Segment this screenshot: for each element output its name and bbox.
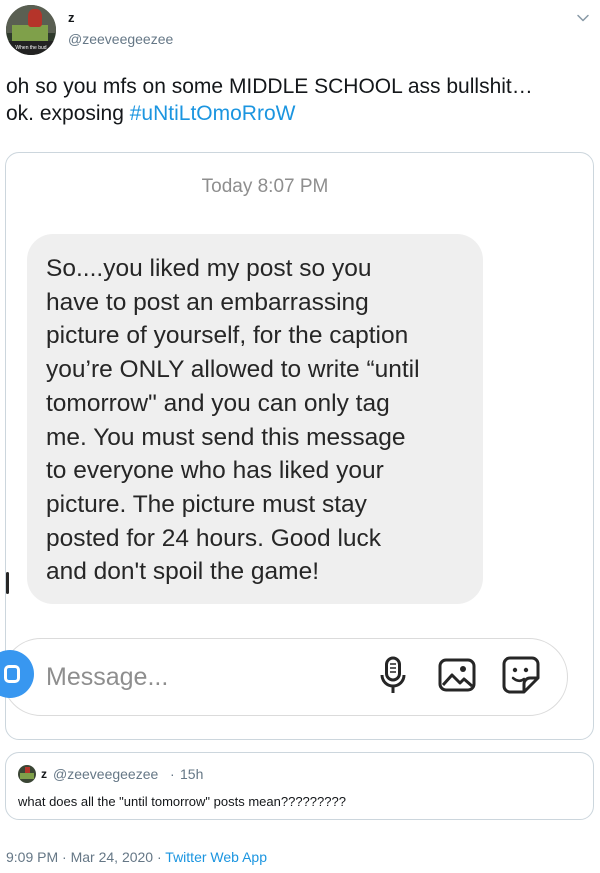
quoted-tweet[interactable] (5, 752, 594, 820)
quoted-time: 15h (180, 766, 204, 782)
message-line: picture of yourself, for the caption (46, 322, 409, 350)
tweet-text-prefix: ok. exposing (6, 102, 130, 125)
tweet-text: oh so you mfs on some MIDDLE SCHOOL ass … (6, 73, 596, 127)
footer-separator: · (58, 849, 71, 865)
quoted-separator: · (170, 766, 175, 782)
microphone-icon (380, 656, 406, 693)
avatar-caption: When the bud (6, 41, 56, 55)
image-icon (438, 658, 476, 692)
message-line: tomorrow" and you can only tag (46, 389, 390, 417)
message-line: to everyone who has liked your (46, 457, 384, 485)
message-text: So....you liked my post so you have to p… (46, 252, 476, 589)
message-line: you’re ONLY allowed to write “until (46, 356, 420, 384)
message-line: picture. The picture must stay (46, 490, 367, 518)
tweet-text-line: ok. exposing #uNtiLtOmoRroW (6, 100, 596, 127)
hashtag-link[interactable]: #uNtiLtOmoRroW (130, 102, 296, 125)
quoted-display-name: z (41, 767, 47, 781)
footer-separator: · (153, 849, 166, 865)
avatar-edge (6, 572, 9, 594)
message-line: and don't spoil the game! (46, 558, 320, 586)
quoted-avatar (18, 765, 36, 783)
tweet-text-line: oh so you mfs on some MIDDLE SCHOOL ass … (6, 75, 533, 98)
user-handle[interactable]: @zeeveegeezee (68, 31, 173, 47)
message-line: posted for 24 hours. Good luck (46, 524, 382, 552)
chat-timestamp: Today 8:07 PM (201, 176, 329, 197)
tweet-header: When the bud z @zeeveegeezee (0, 0, 600, 62)
message-line: me. You must send this message (46, 423, 406, 451)
source-app-link[interactable]: Twitter Web App (165, 849, 267, 865)
tweet-time[interactable]: 9:09 PM (6, 849, 58, 865)
tweet-metadata: 9:09 PM · Mar 24, 2020 · Twitter Web App (6, 849, 267, 865)
display-name[interactable]: z (68, 10, 75, 25)
avatar[interactable]: When the bud (6, 5, 56, 55)
message-line: have to post an embarrassing (46, 288, 369, 316)
quoted-handle: @zeeveegeezee (53, 766, 159, 782)
sticker-icon (502, 656, 540, 694)
chevron-down-icon[interactable] (575, 10, 591, 26)
message-placeholder: Message... (46, 663, 169, 691)
tweet-date[interactable]: Mar 24, 2020 (71, 849, 154, 865)
message-line: So....you liked my post so you (46, 255, 372, 282)
quoted-text: what does all the "until tomorrow" posts… (18, 794, 346, 809)
